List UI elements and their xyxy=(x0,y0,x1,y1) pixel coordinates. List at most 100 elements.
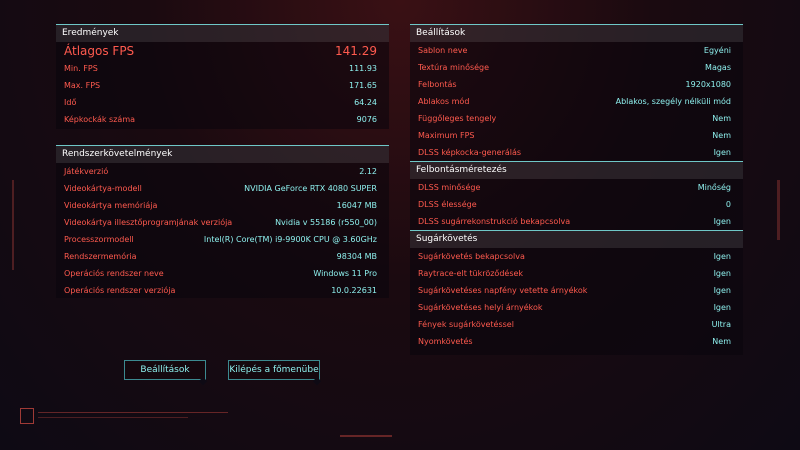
row-label: Textúra minősége xyxy=(418,63,490,72)
row-label: Processzormodell xyxy=(64,235,134,244)
system-row: Videokártya illesztőprogramjának verziój… xyxy=(56,214,389,231)
row-label: Fények sugárkövetéssel xyxy=(418,320,514,329)
button-notch xyxy=(312,377,322,386)
right-edge-decoration xyxy=(777,180,780,240)
age-rating-badge-icon xyxy=(20,408,34,424)
row-label: Max. FPS xyxy=(64,81,101,90)
results-title: Eredmények xyxy=(56,25,389,42)
row-label: Sugárkövetés bekapcsolva xyxy=(418,252,525,261)
row-label: Idő xyxy=(64,98,77,107)
row-label: Képkockák száma xyxy=(64,115,136,124)
system-row: Processzormodell Intel(R) Core(TM) i9-99… xyxy=(56,231,389,248)
left-edge-decoration xyxy=(12,180,14,270)
exit-to-main-menu-button[interactable]: Kilépés a főmenübe xyxy=(228,360,322,386)
raytracing-row: Raytrace-elt tükröződések Igen xyxy=(410,265,743,282)
row-value: Magas xyxy=(705,63,731,72)
footer-decoration xyxy=(38,417,188,418)
results-row: Max. FPS 171.65 xyxy=(56,77,389,94)
settings-row: Sablon neve Egyéni xyxy=(410,42,743,59)
row-label: DLSS képkocka-generálás xyxy=(418,148,522,157)
settings-row: Felbontás 1920x1080 xyxy=(410,76,743,93)
footer-decoration xyxy=(38,412,228,413)
bottom-center-decoration xyxy=(340,435,392,437)
system-row: Videokártya-modell NVIDIA GeForce RTX 40… xyxy=(56,180,389,197)
settings-row: Maximum FPS Nem xyxy=(410,127,743,144)
row-value: 64.24 xyxy=(354,98,377,107)
row-value: 1920x1080 xyxy=(685,80,731,89)
raytracing-row: Sugárkövetés bekapcsolva Igen xyxy=(410,248,743,265)
row-label: Nyomkövetés xyxy=(418,337,473,346)
row-value: Nem xyxy=(712,114,731,123)
avg-fps-label: Átlagos FPS xyxy=(64,44,135,58)
row-value: Egyéni xyxy=(703,46,731,55)
row-value: 111.93 xyxy=(349,64,377,73)
row-label: Sablon neve xyxy=(418,46,468,55)
scaling-row: DLSS minősége Minőség xyxy=(410,179,743,196)
row-value: 10.0.22631 xyxy=(331,286,377,295)
raytracing-row: Sugárkövetéses napfény vetette árnyékok … xyxy=(410,282,743,299)
row-label: Ablakos mód xyxy=(418,97,470,106)
row-value: 98304 MB xyxy=(336,252,377,261)
system-panel: Rendszerkövetelmények Játékverzió 2.12 V… xyxy=(56,145,389,298)
row-label: Függőleges tengely xyxy=(418,114,497,123)
row-label: DLSS sugárrekonstrukció bekapcsolva xyxy=(418,217,571,226)
scaling-row: DLSS sugárrekonstrukció bekapcsolva Igen xyxy=(410,213,743,230)
scaling-row: DLSS élessége 0 xyxy=(410,196,743,213)
row-label: Sugárkövetéses napfény vetette árnyékok xyxy=(418,286,588,295)
row-label: Operációs rendszer verziója xyxy=(64,286,176,295)
button-notch xyxy=(198,377,208,386)
row-value: Igen xyxy=(713,217,731,226)
system-row: Videokártya memóriája 16047 MB xyxy=(56,197,389,214)
row-value: 16047 MB xyxy=(336,201,377,210)
avg-fps-value: 141.29 xyxy=(335,44,377,58)
settings-button[interactable]: Beállítások xyxy=(124,360,208,386)
row-value: Igen xyxy=(713,148,731,157)
raytracing-row: Sugárkövetéses helyi árnyékok Igen xyxy=(410,299,743,316)
row-value: Igen xyxy=(713,286,731,295)
system-row: Operációs rendszer neve Windows 11 Pro xyxy=(56,265,389,282)
settings-row: DLSS képkocka-generálás Igen xyxy=(410,144,743,161)
row-label: Sugárkövetéses helyi árnyékok xyxy=(418,303,543,312)
row-value: Minőség xyxy=(697,183,731,192)
results-row: Idő 64.24 xyxy=(56,94,389,111)
system-row: Operációs rendszer verziója 10.0.22631 xyxy=(56,282,389,299)
row-label: Videokártya memóriája xyxy=(64,201,158,210)
row-value: 0 xyxy=(725,200,731,209)
row-value: Nem xyxy=(712,131,731,140)
exit-button-label: Kilépés a főmenübe xyxy=(229,365,319,375)
settings-button-label: Beállítások xyxy=(140,365,190,375)
row-label: Felbontás xyxy=(418,80,457,89)
row-label: DLSS minősége xyxy=(418,183,481,192)
results-row: Képkockák száma 9076 xyxy=(56,111,389,128)
settings-row: Textúra minősége Magas xyxy=(410,59,743,76)
row-value: 2.12 xyxy=(359,167,377,176)
row-label: DLSS élessége xyxy=(418,200,477,209)
raytracing-row: Nyomkövetés Nem xyxy=(410,333,743,350)
row-value: Ultra xyxy=(711,320,731,329)
settings-row: Ablakos mód Ablakos, szegély nélküli mód xyxy=(410,93,743,110)
system-title: Rendszerkövetelmények xyxy=(56,146,389,163)
raytracing-title: Sugárkövetés xyxy=(410,230,743,248)
row-value: Intel(R) Core(TM) i9-9900K CPU @ 3.60GHz xyxy=(203,235,377,244)
row-value: Ablakos, szegély nélküli mód xyxy=(615,97,731,106)
results-row: Min. FPS 111.93 xyxy=(56,60,389,77)
raytracing-row: Fények sugárkövetéssel Ultra xyxy=(410,316,743,333)
row-label: Videokártya-modell xyxy=(64,184,142,193)
row-value: 171.65 xyxy=(349,81,377,90)
row-label: Raytrace-elt tükröződések xyxy=(418,269,524,278)
system-row: Rendszermemória 98304 MB xyxy=(56,248,389,265)
row-value: Igen xyxy=(713,303,731,312)
system-row: Játékverzió 2.12 xyxy=(56,163,389,180)
row-label: Rendszermemória xyxy=(64,252,137,261)
row-label: Videokártya illesztőprogramjának verziój… xyxy=(64,218,233,227)
row-label: Operációs rendszer neve xyxy=(64,269,164,278)
row-value: Nem xyxy=(712,337,731,346)
row-label: Maximum FPS xyxy=(418,131,475,140)
row-value: Nvidia v 55186 (r550_00) xyxy=(275,218,377,227)
row-label: Min. FPS xyxy=(64,64,98,73)
settings-row: Függőleges tengely Nem xyxy=(410,110,743,127)
settings-title: Beállítások xyxy=(410,25,743,42)
row-value: NVIDIA GeForce RTX 4080 SUPER xyxy=(244,184,377,193)
results-panel: Eredmények Átlagos FPS 141.29 Min. FPS 1… xyxy=(56,24,389,129)
avg-fps-row: Átlagos FPS 141.29 xyxy=(56,42,389,60)
